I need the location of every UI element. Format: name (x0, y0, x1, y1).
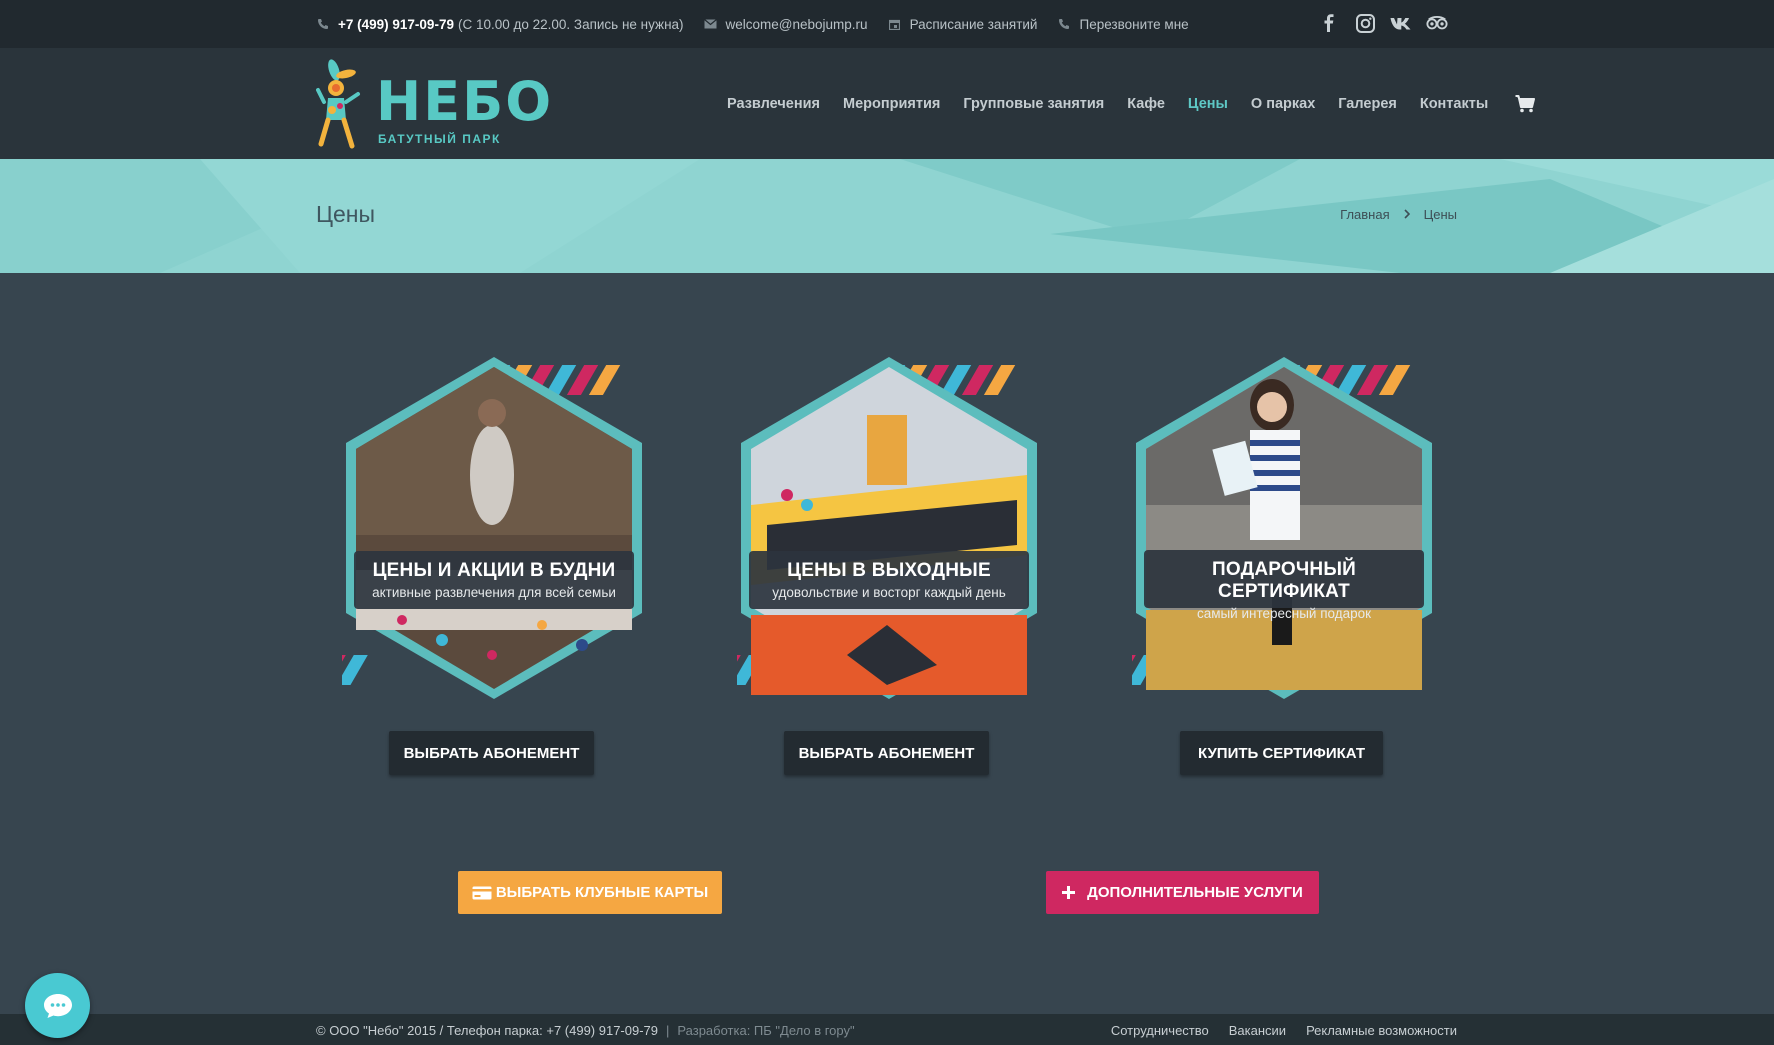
nav-item-group-classes[interactable]: Групповые занятия (963, 96, 1104, 112)
phone-icon (316, 17, 330, 31)
calendar-icon (888, 17, 902, 31)
plus-icon (1062, 886, 1076, 899)
hexagon-photo-certificate (1132, 357, 1432, 699)
nav-item-about-parks[interactable]: О парках (1251, 96, 1315, 112)
breadcrumb-current: Цены (1423, 207, 1457, 222)
card-title: ЦЕНЫ И АКЦИИ В БУДНИ (372, 560, 616, 581)
card-title: ЦЕНЫ В ВЫХОДНЫЕ (787, 560, 991, 581)
nav-item-prices[interactable]: Цены (1188, 96, 1228, 112)
logo-subtitle: БАТУТНЫЙ ПАРК (378, 132, 501, 146)
choose-subscription-weekday-button[interactable]: ВЫБРАТЬ АБОНЕМЕНТ (389, 731, 594, 775)
page-title-banner: Цены Главная Цены (0, 159, 1774, 273)
nav-item-cafe[interactable]: Кафе (1127, 96, 1165, 112)
logo-title: НЕБО (376, 70, 554, 133)
main-header: НЕБО БАТУТНЫЙ ПАРК Развлечения Мероприят… (0, 48, 1774, 159)
card-caption: ЦЕНЫ И АКЦИИ В БУДНИ активные развлечени… (354, 551, 634, 609)
card-weekend-prices[interactable]: ЦЕНЫ В ВЫХОДНЫЕ удовольствие и восторг к… (737, 355, 1041, 700)
buy-certificate-button[interactable]: КУПИТЬ СЕРТИФИКАТ (1180, 731, 1383, 775)
card-subtitle: активные развлечения для всей семьи (372, 585, 616, 600)
main-nav: Развлечения Мероприятия Групповые заняти… (727, 48, 1536, 159)
phone-number[interactable]: +7 (499) 917-09-79 (338, 17, 454, 32)
card-subtitle: удовольствие и восторг каждый день (772, 585, 1006, 600)
extra-services-label: ДОПОЛНИТЕЛЬНЫЕ УСЛУГИ (1087, 884, 1303, 901)
breadcrumb: Главная Цены (1340, 207, 1457, 222)
hexagon-photo-weekend (737, 357, 1037, 699)
tripadvisor-icon[interactable] (1426, 12, 1448, 34)
facebook-icon[interactable] (1318, 12, 1340, 34)
footer-left: © ООО "Небо" 2015 / Телефон парка: +7 (4… (316, 1023, 855, 1038)
credit-card-icon (472, 886, 492, 900)
choose-subscription-weekend-button[interactable]: ВЫБРАТЬ АБОНЕМЕНТ (784, 731, 989, 775)
site-logo[interactable]: НЕБО БАТУТНЫЙ ПАРК (316, 58, 551, 150)
page-title: Цены (316, 201, 376, 227)
nav-item-events[interactable]: Мероприятия (843, 96, 940, 112)
social-links (1318, 12, 1448, 34)
callback-link[interactable]: Перезвоните мне (1057, 17, 1189, 32)
footer-separator: | (666, 1023, 670, 1038)
phone-hours: (С 10.00 до 22.00. Запись не нужна) (457, 16, 684, 32)
email-link[interactable]: welcome@nebojump.ru (726, 17, 868, 32)
phone-icon (1057, 17, 1071, 31)
card-subtitle: самый интересный подарок (1196, 606, 1372, 621)
chevron-right-icon (1404, 207, 1410, 222)
jumper-mascot-icon (316, 59, 360, 149)
card-caption: ЦЕНЫ В ВЫХОДНЫЕ удовольствие и восторг к… (749, 551, 1029, 609)
footer-link-vacancies[interactable]: Вакансии (1229, 1023, 1286, 1038)
nav-item-contacts[interactable]: Контакты (1420, 96, 1488, 112)
top-bar: +7 (499) 917-09-79 (С 10.00 до 22.00. За… (0, 0, 1774, 48)
footer-links: Сотрудничество Вакансии Рекламные возмож… (1111, 1023, 1457, 1038)
vk-icon[interactable] (1390, 12, 1412, 34)
footer-copyright: © ООО "Небо" 2015 / Телефон парка: +7 (4… (316, 1023, 659, 1038)
schedule-link[interactable]: Расписание занятий (888, 17, 1038, 32)
chat-widget-button[interactable] (25, 973, 90, 1038)
hexagon-photo-weekday (342, 357, 642, 699)
footer-link-advertising[interactable]: Рекламные возможности (1306, 1023, 1457, 1038)
cart-icon[interactable] (1515, 94, 1536, 113)
nav-item-entertainment[interactable]: Развлечения (727, 96, 820, 112)
card-title: ПОДАРОЧНЫЙ СЕРТИФИКАТ (1212, 559, 1356, 602)
nav-item-gallery[interactable]: Галерея (1338, 96, 1397, 112)
club-cards-button[interactable]: ВЫБРАТЬ КЛУБНЫЕ КАРТЫ (458, 871, 722, 914)
club-cards-label: ВЫБРАТЬ КЛУБНЫЕ КАРТЫ (495, 884, 709, 901)
site-footer: © ООО "Небо" 2015 / Телефон парка: +7 (4… (0, 1014, 1774, 1045)
callback-label[interactable]: Перезвоните мне (1079, 17, 1188, 32)
card-caption: ПОДАРОЧНЫЙ СЕРТИФИКАТ самый интересный п… (1144, 550, 1424, 621)
extra-services-button[interactable]: ДОПОЛНИТЕЛЬНЫЕ УСЛУГИ (1046, 871, 1319, 914)
email-contact[interactable]: welcome@nebojump.ru (704, 17, 868, 32)
banner-pattern (0, 159, 1774, 273)
footer-link-cooperation[interactable]: Сотрудничество (1111, 1023, 1209, 1038)
top-bar-contacts: +7 (499) 917-09-79 (С 10.00 до 22.00. За… (316, 0, 1209, 48)
breadcrumb-home[interactable]: Главная (1340, 207, 1389, 222)
footer-developer[interactable]: Разработка: ПБ "Дело в гору" (677, 1023, 854, 1038)
instagram-icon[interactable] (1354, 12, 1376, 34)
phone-contact[interactable]: +7 (499) 917-09-79 (С 10.00 до 22.00. За… (316, 17, 684, 32)
card-weekday-prices[interactable]: ЦЕНЫ И АКЦИИ В БУДНИ активные развлечени… (342, 355, 646, 700)
card-gift-certificate[interactable]: ПОДАРОЧНЫЙ СЕРТИФИКАТ самый интересный п… (1132, 355, 1436, 700)
schedule-label[interactable]: Расписание занятий (910, 17, 1038, 32)
chat-bubble-icon (43, 993, 73, 1019)
envelope-icon (704, 17, 718, 31)
